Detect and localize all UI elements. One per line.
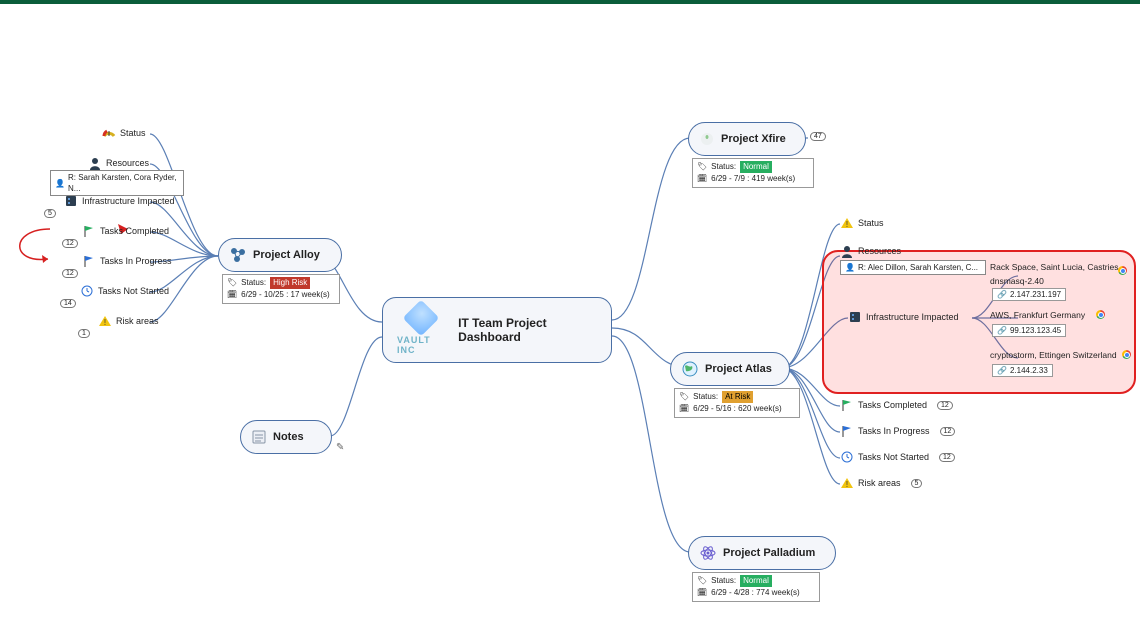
atlas-infra-item-1[interactable]: AWS, Frankfurt Germany: [990, 310, 1085, 320]
atlas-label: Project Atlas: [705, 363, 772, 375]
atlas-ip-2: 🔗2.144.2.33: [992, 364, 1053, 377]
clock-icon: [80, 284, 94, 298]
notes-label: Notes: [273, 431, 304, 443]
atlas-tasks-notstarted[interactable]: Tasks Not Started 12: [840, 450, 955, 464]
xfire-badge: 47: [810, 132, 826, 141]
atlas-resources-people: 👤R: Alec Dillon, Sarah Karsten, C...: [840, 260, 986, 275]
node-notes[interactable]: Notes: [240, 420, 332, 454]
svg-text:!: !: [104, 318, 106, 327]
vault-logo: VAULT INC: [397, 305, 444, 355]
palladium-label: Project Palladium: [723, 547, 815, 559]
atlas-ip-0: 🔗2.147.231.197: [992, 288, 1066, 301]
bulb-icon: [699, 131, 715, 147]
palladium-tagbox: 🏷Status: Normal 🗓6/29 - 4/28 : 774 week(…: [692, 572, 820, 602]
atlas-ip-1: 🔗99.123.123.45: [992, 324, 1066, 337]
chrome-icon-0: [1118, 266, 1127, 275]
atom-icon: [699, 544, 717, 562]
atlas-resources[interactable]: Resources: [840, 244, 901, 258]
central-title: IT Team Project Dashboard: [458, 316, 589, 344]
node-central[interactable]: VAULT INC IT Team Project Dashboard: [382, 297, 612, 363]
alloy-label: Project Alloy: [253, 249, 320, 261]
globe-icon: [681, 360, 699, 378]
person-icon: [88, 156, 102, 170]
alloy-infra[interactable]: Infrastructure Impacted: [64, 194, 175, 208]
flag-green-icon: [840, 398, 854, 412]
node-project-atlas[interactable]: Project Atlas: [670, 352, 790, 386]
atlas-infra[interactable]: Infrastructure Impacted: [848, 310, 959, 324]
notes-edit-icon[interactable]: ✎: [336, 442, 344, 453]
server-icon: [64, 194, 78, 208]
atlas-risk-areas[interactable]: ! Risk areas 5: [840, 476, 922, 490]
atlas-status[interactable]: ! Status: [840, 216, 884, 230]
alloy-tasks-completed[interactable]: Tasks Completed: [82, 224, 169, 238]
node-project-alloy[interactable]: Project Alloy: [218, 238, 342, 272]
network-icon: [229, 246, 247, 264]
note-icon: [251, 429, 267, 445]
chrome-icon-2: [1122, 350, 1131, 359]
xfire-label: Project Xfire: [721, 133, 786, 145]
alloy-tasks-notstarted[interactable]: Tasks Not Started: [80, 284, 169, 298]
alloy-resources-people: 👤R: Sarah Karsten, Cora Ryder, N...: [50, 170, 184, 196]
alloy-tasks-inprogress[interactable]: Tasks In Progress: [82, 254, 172, 268]
server-icon: [848, 310, 862, 324]
flag-blue-icon: [82, 254, 96, 268]
alloy-infra-count: 5: [44, 209, 56, 218]
chrome-icon-1: [1096, 310, 1105, 319]
atlas-tasks-completed[interactable]: Tasks Completed 12: [840, 398, 953, 412]
svg-text:!: !: [846, 480, 848, 489]
warning-icon: !: [840, 216, 854, 230]
gauge-icon: [102, 126, 116, 140]
warning-icon: !: [840, 476, 854, 490]
node-project-palladium[interactable]: Project Palladium: [688, 536, 836, 570]
svg-text:!: !: [846, 220, 848, 229]
alloy-risk-count: 1: [78, 329, 90, 338]
flag-green-icon: [82, 224, 96, 238]
alloy-status[interactable]: Status: [102, 126, 146, 140]
alloy-risk-areas[interactable]: ! Risk areas: [98, 314, 159, 328]
alloy-notstarted-count: 14: [60, 299, 76, 308]
alloy-completed-count: 12: [62, 239, 78, 248]
alloy-resources[interactable]: Resources: [88, 156, 149, 170]
alloy-inprogress-count: 12: [62, 269, 78, 278]
xfire-tagbox: 🏷Status: Normal 🗓6/29 - 7/9 : 419 week(s…: [692, 158, 814, 188]
mindmap-canvas[interactable]: VAULT INC IT Team Project Dashboard Note…: [0, 4, 1140, 642]
atlas-tagbox: 🏷Status: At Risk 🗓6/29 - 5/16 : 620 week…: [674, 388, 800, 418]
atlas-tasks-inprogress[interactable]: Tasks In Progress 12: [840, 424, 955, 438]
atlas-infra-item-0[interactable]: Rack Space, Saint Lucia, Castries dnsmas…: [990, 262, 1130, 286]
node-project-xfire[interactable]: Project Xfire: [688, 122, 806, 156]
flag-blue-icon: [840, 424, 854, 438]
alloy-tagbox: 🏷Status: High Risk 🗓6/29 - 10/25 : 17 we…: [222, 274, 340, 304]
atlas-infra-item-2[interactable]: cryptostorm, Ettingen Switzerland: [990, 350, 1117, 360]
person-icon: [840, 244, 854, 258]
warning-icon: !: [98, 314, 112, 328]
clock-icon: [840, 450, 854, 464]
